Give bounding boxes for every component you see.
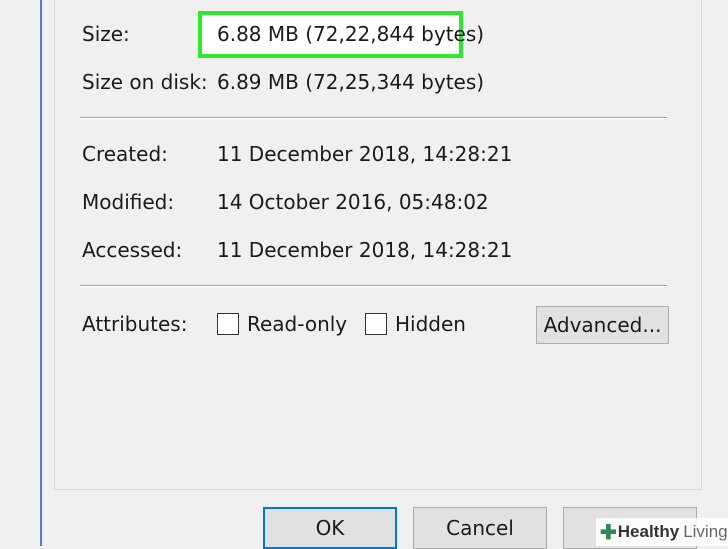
watermark-logo: ✚ Healthy Living — [596, 518, 728, 546]
size-value: 6.88 MB (72,22,844 bytes) — [217, 22, 485, 46]
advanced-button[interactable]: Advanced... — [536, 306, 669, 344]
modified-label: Modified: — [82, 190, 175, 214]
read-only-label[interactable]: Read-only — [247, 312, 347, 336]
modified-value: 14 October 2016, 05:48:02 — [217, 190, 489, 214]
window-frame-left — [0, 0, 42, 546]
accessed-label: Accessed: — [82, 238, 183, 262]
watermark-brand: Healthy — [617, 522, 680, 541]
hidden-checkbox[interactable] — [365, 313, 387, 335]
advanced-button-label: Advanced... — [543, 313, 662, 337]
divider — [80, 285, 667, 287]
divider — [80, 117, 667, 119]
created-value: 11 December 2018, 14:28:21 — [217, 142, 513, 166]
attributes-label: Attributes: — [82, 312, 188, 336]
hidden-label[interactable]: Hidden — [395, 312, 466, 336]
ok-button-label: OK — [315, 516, 345, 540]
size-on-disk-value: 6.89 MB (72,25,344 bytes) — [217, 70, 485, 94]
plus-icon: ✚ — [600, 521, 617, 544]
created-label: Created: — [82, 142, 168, 166]
cancel-button-label: Cancel — [446, 516, 514, 540]
size-on-disk-label: Size on disk: — [82, 70, 208, 94]
watermark-suffix: Living — [683, 522, 728, 541]
ok-button[interactable]: OK — [263, 507, 397, 549]
size-label: Size: — [82, 22, 130, 46]
cancel-button[interactable]: Cancel — [413, 507, 547, 549]
accessed-value: 11 December 2018, 14:28:21 — [217, 238, 513, 262]
read-only-checkbox[interactable] — [217, 313, 239, 335]
